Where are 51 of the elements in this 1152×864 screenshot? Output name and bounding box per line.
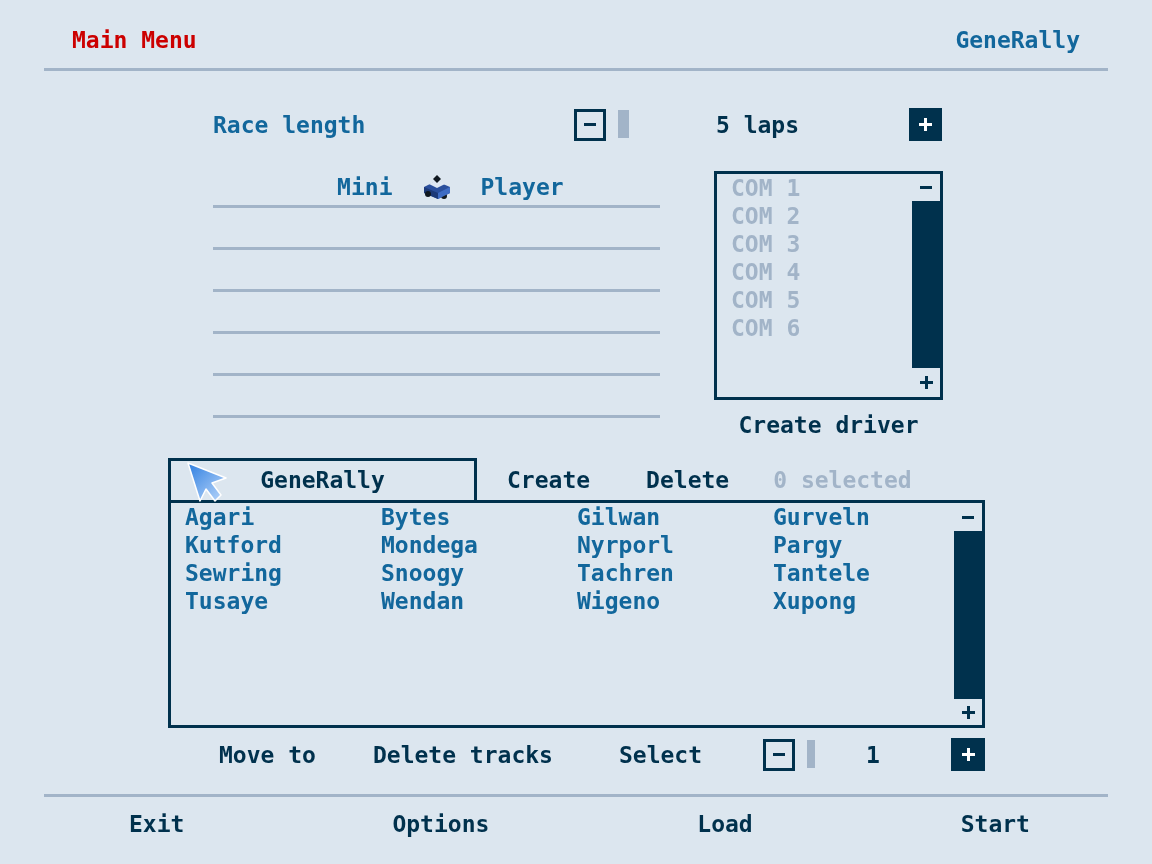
menu-button[interactable]: Options	[392, 810, 490, 838]
track-item[interactable]: Wendan	[381, 587, 465, 615]
track-item[interactable]: Tusaye	[185, 587, 269, 615]
plus-icon	[961, 748, 975, 761]
track-item[interactable]: Snoogy	[381, 559, 465, 587]
minus-icon	[773, 753, 786, 756]
track-item[interactable]: Xupong	[773, 587, 857, 615]
track-item[interactable]: Gilwan	[577, 503, 661, 531]
track-item[interactable]: Gurveln	[773, 503, 870, 531]
cursor-icon	[187, 462, 227, 502]
minus-icon	[962, 515, 974, 519]
menu-button[interactable]: Start	[960, 810, 1030, 838]
track-item[interactable]: Kutford	[185, 531, 282, 559]
create-driver-button[interactable]: Create driver	[738, 411, 919, 439]
driver-name: Player	[480, 173, 564, 201]
selection-count: 0 selected	[773, 465, 912, 495]
minus-icon	[920, 186, 932, 189]
track-item[interactable]: Sewring	[185, 559, 282, 587]
car-icon	[421, 174, 452, 200]
track-item[interactable]: Tantele	[773, 559, 870, 587]
plus-icon	[919, 118, 932, 131]
decrease-button[interactable]	[574, 108, 606, 141]
track-item[interactable]: Nyrporl	[577, 531, 674, 559]
track-item[interactable]: Pargy	[773, 531, 843, 559]
scrollbar-thumb[interactable]	[954, 531, 982, 699]
track-item[interactable]: Bytes	[381, 503, 451, 531]
track-item[interactable]: Tachren	[577, 559, 674, 587]
track-item[interactable]: Agari	[185, 503, 255, 531]
minus-icon	[584, 123, 596, 126]
track-action-button[interactable]: Create	[507, 465, 591, 496]
plus-icon	[961, 705, 975, 719]
track-action-button[interactable]: Move to	[219, 740, 316, 769]
decrease-button[interactable]	[763, 738, 796, 771]
track-action-button[interactable]: Delete tracks	[372, 740, 553, 769]
select-button[interactable]: Select	[618, 740, 703, 769]
increase-button[interactable]	[909, 108, 942, 141]
slider-track[interactable]: 5 laps	[618, 108, 897, 141]
screen-title: Main Menu	[72, 26, 197, 54]
slider-track[interactable]: 1	[807, 738, 940, 771]
increase-button[interactable]	[951, 738, 986, 771]
race-length-label: Race length	[213, 111, 366, 138]
track-item[interactable]: Mondega	[381, 531, 478, 559]
car-name: Mini	[337, 173, 393, 201]
player-slot[interactable]: Mini Player	[213, 166, 660, 208]
app-title: GeneRally	[955, 26, 1080, 54]
track-item[interactable]: Wigeno	[577, 587, 661, 615]
menu-button[interactable]: Load	[697, 810, 753, 838]
menu-button[interactable]: Exit	[129, 810, 185, 838]
scrollbar-thumb[interactable]	[912, 201, 940, 368]
track-action-button[interactable]: Delete	[646, 465, 730, 496]
plus-icon	[919, 376, 933, 389]
